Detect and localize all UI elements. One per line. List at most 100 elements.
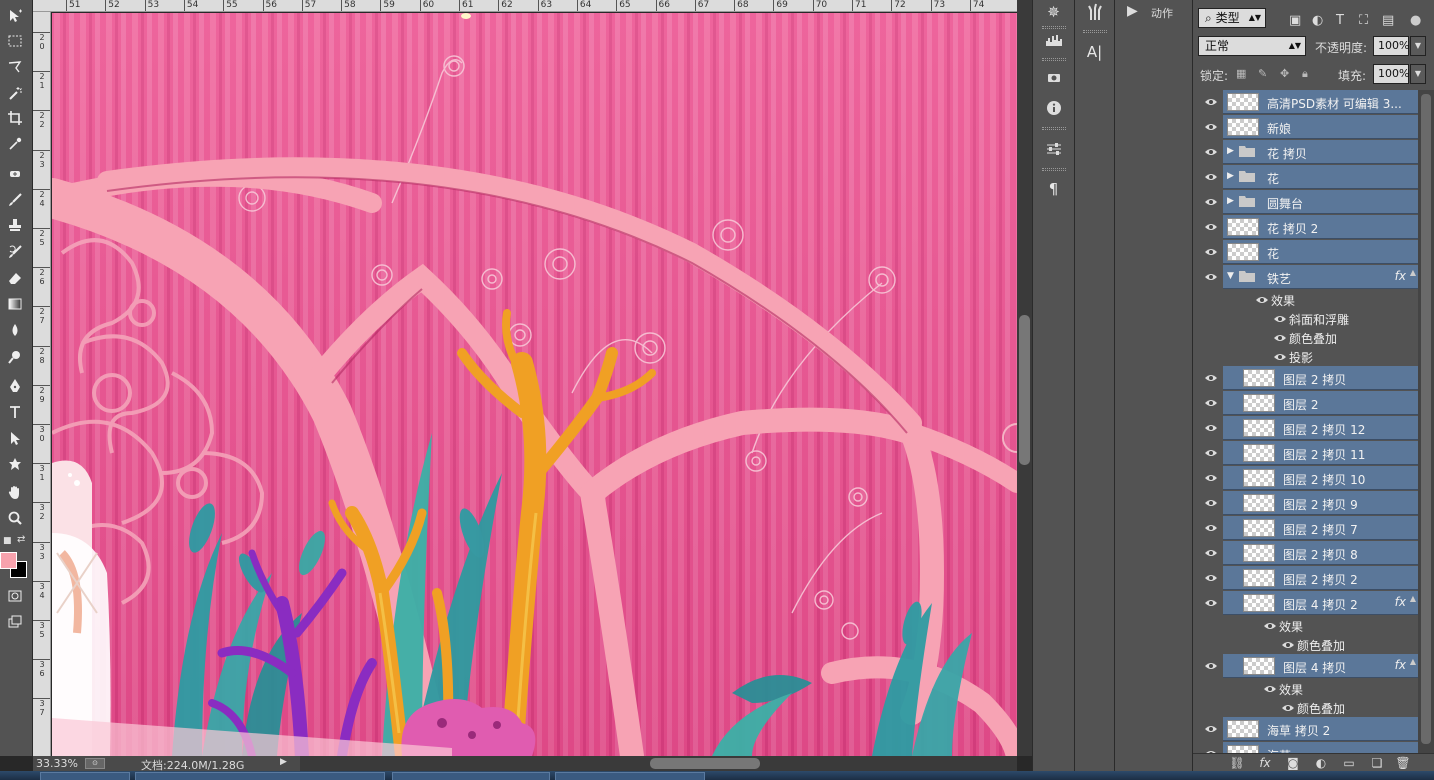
filter-type-icon[interactable]: T (1336, 13, 1344, 28)
custom-shape-tool-icon[interactable] (4, 454, 26, 474)
visibility-eye-icon[interactable] (1204, 145, 1218, 159)
layer-row[interactable]: 图层 4 拷贝 fx ▲ (1193, 654, 1418, 678)
chevron-right-icon[interactable]: ▶ (1227, 196, 1234, 206)
actions-panel-label[interactable]: 动作 (1151, 5, 1173, 21)
layer-list-scrollbar[interactable] (1418, 90, 1434, 753)
layer-thumbnail[interactable] (1243, 657, 1275, 675)
layer-thumbnail[interactable] (1243, 569, 1275, 587)
visibility-eye-icon[interactable] (1204, 270, 1218, 284)
default-colors-icon[interactable]: ■ (3, 536, 12, 546)
canvas-vertical-scrollbar[interactable] (1017, 0, 1032, 756)
effect-visibility-eye-icon[interactable] (1273, 312, 1286, 326)
chevron-down-icon[interactable]: ▼ (1227, 271, 1234, 281)
layer-thumbnail[interactable] (1227, 118, 1259, 136)
visibility-eye-icon[interactable] (1204, 596, 1218, 610)
layer-thumbnail[interactable] (1243, 394, 1275, 412)
layer-thumbnail[interactable] (1243, 369, 1275, 387)
layer-effect-row[interactable]: 斜面和浮雕 (1193, 309, 1418, 328)
effect-visibility-eye-icon[interactable] (1273, 350, 1286, 364)
filter-adjustment-icon[interactable]: ◐ (1312, 13, 1323, 28)
layer-filter-dropdown[interactable]: ⌕ 类型 ▲▼ (1198, 8, 1266, 28)
layer-thumbnail[interactable] (1227, 745, 1259, 753)
link-layers-icon[interactable]: ⛓ (1229, 756, 1245, 770)
layer-effect-row[interactable]: 效果 (1193, 679, 1418, 698)
layer-row[interactable]: 新娘 (1193, 115, 1418, 139)
layer-row[interactable]: 图层 2 拷贝 2 (1193, 566, 1418, 590)
layer-row[interactable]: 图层 2 拷贝 10 (1193, 466, 1418, 490)
visibility-eye-icon[interactable] (1204, 446, 1218, 460)
visibility-eye-icon[interactable] (1204, 95, 1218, 109)
layer-style-icon[interactable]: fx (1257, 756, 1273, 770)
histogram-icon[interactable] (1033, 29, 1074, 51)
layer-row[interactable]: 图层 4 拷贝 2 fx ▲ (1193, 591, 1418, 615)
visibility-eye-icon[interactable] (1204, 120, 1218, 134)
layer-row[interactable]: ▶ 圆舞台 (1193, 190, 1418, 214)
document-canvas[interactable] (52, 13, 1017, 756)
visibility-eye-icon[interactable] (1204, 220, 1218, 234)
fill-dropdown-icon[interactable]: ▼ (1410, 64, 1426, 84)
layer-effects-badge-icon[interactable]: fx (1395, 658, 1406, 672)
layer-row[interactable]: 图层 2 拷贝 11 (1193, 441, 1418, 465)
filter-smart-object-icon[interactable]: ▤ (1382, 13, 1394, 28)
move-tool-icon[interactable] (4, 6, 26, 26)
effect-visibility-eye-icon[interactable] (1255, 293, 1268, 307)
layer-effect-row[interactable]: 投影 (1193, 347, 1418, 366)
status-info-icon[interactable]: ⊙ (85, 758, 105, 769)
layer-row[interactable]: ▶ 花 拷贝 (1193, 140, 1418, 164)
effect-visibility-eye-icon[interactable] (1263, 619, 1276, 633)
navigator-icon[interactable]: ✵ (1033, 1, 1074, 23)
horizontal-scroll-thumb[interactable] (650, 758, 760, 769)
zoom-tool-icon[interactable] (4, 508, 26, 528)
opacity-field[interactable]: 100% (1373, 36, 1409, 56)
layer-mask-icon[interactable]: ◙ (1285, 756, 1301, 770)
layer-list-scroll-thumb[interactable] (1421, 94, 1431, 744)
opacity-dropdown-icon[interactable]: ▼ (1410, 36, 1426, 56)
effect-visibility-eye-icon[interactable] (1273, 331, 1286, 345)
magic-wand-tool-icon[interactable] (4, 83, 26, 103)
collapse-effects-icon[interactable]: ▲ (1410, 268, 1416, 277)
lock-position-icon[interactable]: ✥ (1280, 67, 1289, 80)
layer-row[interactable]: ▼ 铁艺 fx ▲ (1193, 265, 1418, 289)
taskbar-button[interactable] (135, 772, 385, 780)
layer-thumbnail[interactable] (1243, 469, 1275, 487)
fill-field[interactable]: 100% (1373, 64, 1409, 84)
status-menu-arrow-icon[interactable]: ▶ (280, 757, 287, 767)
swap-colors-icon[interactable]: ⇄ (17, 534, 25, 545)
visibility-eye-icon[interactable] (1204, 170, 1218, 184)
layer-row[interactable]: 海草 (1193, 742, 1418, 753)
layer-row[interactable]: 图层 2 拷贝 7 (1193, 516, 1418, 540)
type-tool-icon[interactable] (4, 402, 26, 422)
layer-thumbnail[interactable] (1243, 494, 1275, 512)
adjustment-layer-icon[interactable]: ◐ (1313, 756, 1329, 770)
vertical-scroll-thumb[interactable] (1019, 315, 1030, 465)
healing-brush-tool-icon[interactable] (4, 164, 26, 184)
layer-effect-row[interactable]: 效果 (1193, 290, 1418, 309)
layer-thumbnail[interactable] (1243, 519, 1275, 537)
layer-thumbnail[interactable] (1227, 720, 1259, 738)
effect-visibility-eye-icon[interactable] (1281, 638, 1294, 652)
new-layer-icon[interactable]: ❏ (1369, 756, 1385, 770)
foreground-color-swatch[interactable] (0, 552, 17, 569)
layer-row[interactable]: 花 拷贝 2 (1193, 215, 1418, 239)
lock-image-icon[interactable]: ✎ (1258, 67, 1267, 80)
history-brush-tool-icon[interactable] (4, 242, 26, 262)
visibility-eye-icon[interactable] (1204, 722, 1218, 736)
layer-effect-row[interactable]: 效果 (1193, 616, 1418, 635)
filter-pixel-icon[interactable]: ▣ (1289, 13, 1301, 28)
clone-stamp-tool-icon[interactable] (4, 215, 26, 235)
visibility-eye-icon[interactable] (1204, 546, 1218, 560)
collapse-effects-icon[interactable]: ▲ (1410, 594, 1416, 603)
marquee-tool-icon[interactable] (4, 31, 26, 51)
eyedropper-tool-icon[interactable] (4, 134, 26, 154)
visibility-eye-icon[interactable] (1204, 659, 1218, 673)
taskbar-button[interactable] (555, 772, 705, 780)
layer-thumbnail[interactable] (1243, 544, 1275, 562)
adjustments-icon[interactable] (1033, 138, 1074, 160)
layer-thumbnail[interactable] (1227, 243, 1259, 261)
filter-toggle-icon[interactable]: ● (1410, 13, 1421, 28)
chevron-right-icon[interactable]: ▶ (1227, 171, 1234, 181)
layer-row[interactable]: 图层 2 拷贝 12 (1193, 416, 1418, 440)
layer-thumbnail[interactable] (1227, 93, 1259, 111)
lasso-tool-icon[interactable] (4, 57, 26, 77)
lock-all-icon[interactable]: 🔒︎ (1302, 67, 1308, 81)
